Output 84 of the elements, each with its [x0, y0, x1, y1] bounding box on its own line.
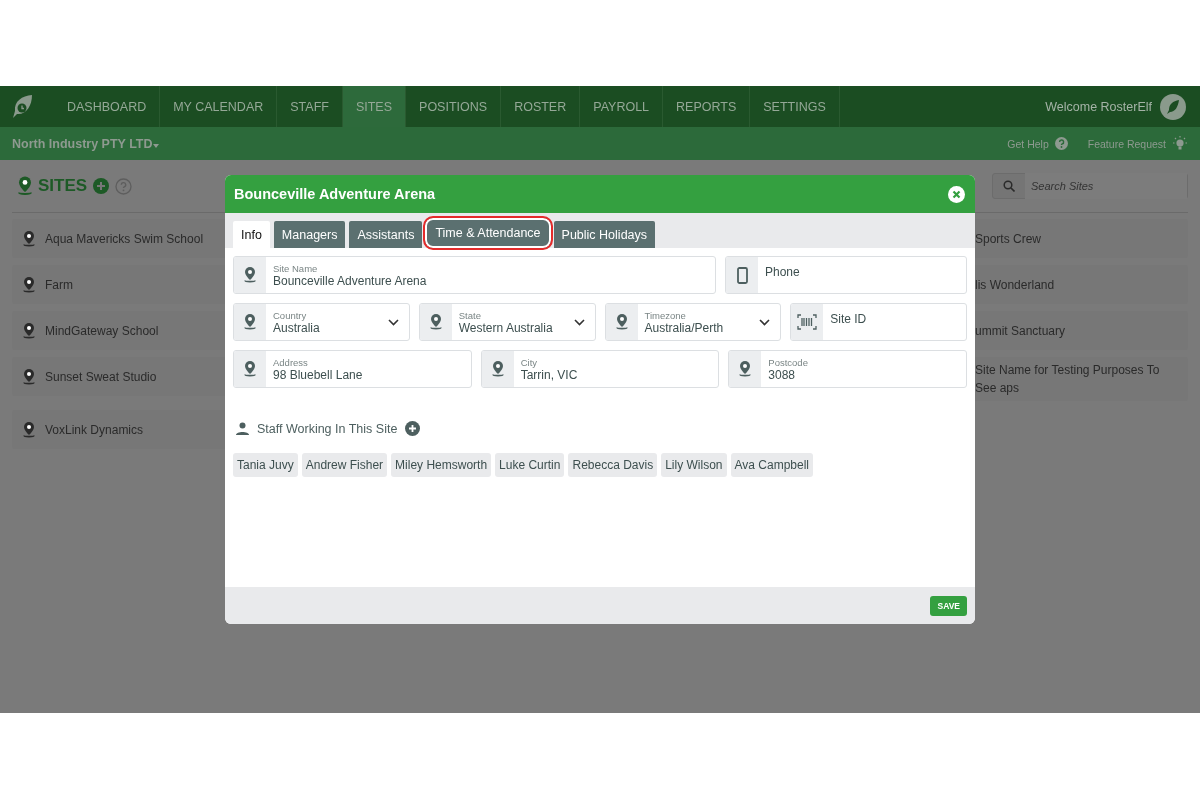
field-value: Tarrin, VIC	[520, 367, 579, 382]
site-name: ummit Sanctuary	[975, 323, 1066, 338]
input-field[interactable]: City Tarrin, VIC	[480, 350, 720, 388]
field-value: 3088	[768, 367, 797, 382]
avatar-icon[interactable]	[1160, 93, 1186, 120]
site-name: Sunset Sweat Studio	[45, 369, 157, 384]
field-label: Timezone	[644, 309, 687, 321]
staff-chip[interactable]: Lily Wilson	[661, 453, 727, 477]
map-pin-icon	[22, 367, 36, 386]
map-pin-icon	[16, 175, 34, 197]
site-name: Site Name for Testing Purposes To See aps	[975, 362, 1161, 397]
map-pin-icon	[614, 313, 629, 331]
map-pin-icon	[428, 313, 443, 331]
welcome-text: Welcome RosterElf	[1045, 99, 1152, 114]
dialog-tab[interactable]: Assistants	[349, 221, 423, 248]
lightbulb-icon[interactable]	[1172, 135, 1188, 152]
dialog-tab[interactable]: Info	[233, 221, 270, 248]
dialog-tab[interactable]: Public Holidays	[553, 221, 656, 248]
field-label: Site Name	[273, 262, 319, 274]
map-pin-icon	[22, 420, 36, 439]
page-title: SITES	[38, 176, 88, 196]
header-link[interactable]: Get Help	[1007, 137, 1049, 150]
map-pin-icon	[243, 313, 257, 331]
barcode-icon	[797, 314, 818, 330]
save-button[interactable]: SAVE	[930, 595, 967, 616]
staff-chip[interactable]: Andrew Fisher	[301, 453, 388, 477]
field-label: Postcode	[768, 356, 809, 368]
dialog-tab[interactable]: Time & Attendance	[423, 216, 553, 250]
field-value: Australia	[273, 320, 321, 335]
text-input[interactable]: Phone	[765, 265, 966, 279]
site-name: MindGateway School	[45, 323, 159, 338]
map-pin-icon	[490, 360, 505, 378]
staff-chip[interactable]: Miley Hemsworth	[391, 453, 492, 477]
section-title: Staff Working In This Site	[257, 421, 398, 436]
search-icon	[1003, 180, 1015, 192]
map-pin-icon	[22, 321, 36, 340]
field-label: Country	[273, 309, 308, 321]
site-name: Aqua Mavericks Swim School	[45, 231, 204, 246]
field-value: Australia/Perth	[644, 320, 725, 335]
field-value: Bounceville Adventure Arena	[273, 273, 428, 288]
header-link[interactable]: Feature Request	[1087, 137, 1166, 150]
help-icon[interactable]	[115, 177, 133, 195]
help-icon[interactable]	[1054, 137, 1068, 150]
input-field[interactable]: Site ID	[790, 303, 967, 341]
close-icon[interactable]	[948, 185, 965, 203]
nav-tab[interactable]: SITES	[342, 86, 407, 127]
text-input[interactable]: Site ID	[830, 312, 966, 326]
site-name: VoxLink Dynamics	[45, 422, 144, 437]
map-pin-icon	[738, 360, 753, 378]
site-name: Sports Crew	[975, 231, 1042, 246]
staff-chip[interactable]: Luke Curtin	[495, 453, 565, 477]
phone-icon	[736, 266, 748, 284]
person-icon	[236, 422, 249, 435]
dialog-tab[interactable]: Managers	[273, 221, 346, 248]
dialog-title: Bounceville Adventure Arena	[234, 186, 436, 202]
select-field[interactable]: Country Australia	[233, 303, 410, 341]
organisation-dropdown[interactable]: North Industry PTY LTD	[12, 136, 159, 151]
select-field[interactable]: Timezone Australia/Perth	[604, 303, 782, 341]
staff-chip[interactable]: Tania Juvy	[233, 453, 298, 477]
staff-chip[interactable]: Ava Campbell	[730, 453, 813, 477]
chevron-down-icon	[759, 318, 771, 326]
input-field[interactable]: Phone	[725, 256, 967, 294]
input-field[interactable]: Postcode 3088	[728, 350, 967, 388]
field-label: State	[458, 309, 482, 321]
map-pin-icon	[243, 266, 257, 284]
map-pin-icon	[22, 275, 36, 294]
field-label: City	[520, 356, 539, 368]
map-pin-icon	[243, 360, 257, 378]
map-pin-icon	[22, 229, 36, 248]
field-label: Address	[273, 356, 309, 368]
field-value: Western Australia	[458, 320, 554, 335]
input-field[interactable]: Site Name Bounceville Adventure Arena	[233, 256, 716, 294]
add-icon[interactable]	[405, 421, 421, 436]
staff-chip[interactable]: Rebecca Davis	[568, 453, 658, 477]
select-field[interactable]: State Western Australia	[418, 303, 596, 341]
site-name: Farm	[45, 277, 73, 292]
chevron-down-icon	[387, 318, 399, 326]
field-value: 98 Bluebell Lane	[273, 367, 364, 382]
caret-icon[interactable]	[152, 143, 159, 148]
chevron-down-icon	[573, 318, 585, 326]
leaf-clock-logo[interactable]	[12, 93, 34, 120]
search-field[interactable]: Search Sites	[992, 173, 1188, 199]
site-name: lis Wonderland	[975, 277, 1055, 292]
input-field[interactable]: Address 98 Bluebell Lane	[233, 350, 472, 388]
